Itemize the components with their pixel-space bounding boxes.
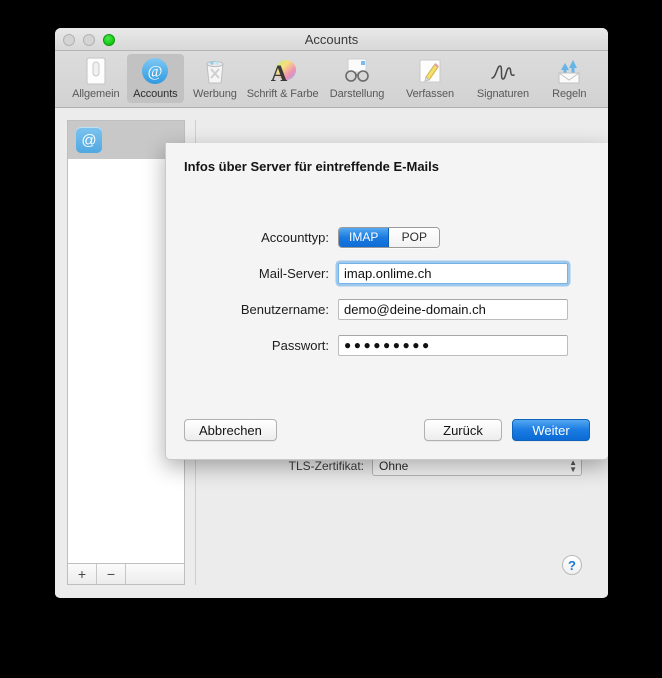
sheet-form: Accounttyp: IMAP POP Mail-Server: imap.o… (166, 221, 608, 365)
help-button[interactable]: ? (562, 555, 582, 575)
general-icon (68, 56, 124, 86)
at-sign-icon: @ (76, 127, 102, 153)
tls-certificate-label: TLS-Zertifikat: (288, 459, 364, 473)
username-row: Benutzername: demo@deine-domain.ch (166, 293, 608, 325)
password-label: Passwort: (271, 337, 329, 353)
toolbar-label: Schrift & Farbe (246, 88, 319, 100)
rules-mail-icon (541, 56, 597, 86)
account-type-label: Accounttyp: (261, 229, 329, 245)
toolbar-label: Accounts (133, 88, 178, 100)
segment-imap[interactable]: IMAP (339, 227, 390, 247)
svg-text:A: A (270, 61, 287, 85)
zoom-button[interactable] (103, 34, 115, 46)
glasses-icon (323, 56, 392, 86)
toolbar-item-regeln[interactable]: Regeln (540, 54, 598, 103)
minimize-button[interactable] (83, 34, 95, 46)
toolbar-item-allgemein[interactable]: Allgemein (67, 54, 125, 103)
incoming-server-sheet: Infos über Server für eintreffende E-Mai… (165, 143, 608, 460)
password-input[interactable]: ●●●●●●●●● (338, 334, 568, 356)
toolbar-item-schrift-farbe[interactable]: A Schrift & Farbe (246, 54, 320, 103)
toolbar-item-accounts[interactable]: @ Accounts (126, 54, 185, 103)
font-color-icon: A (247, 56, 319, 86)
titlebar: Accounts (55, 28, 608, 51)
segment-pop[interactable]: POP (389, 227, 440, 247)
toolbar-item-verfassen[interactable]: Verfassen (395, 54, 466, 103)
close-button[interactable] (63, 34, 75, 46)
sheet-button-bar: Abbrechen Zurück Weiter (166, 419, 608, 443)
sheet-title: Infos über Server für eintreffende E-Mai… (184, 159, 440, 174)
username-input[interactable]: demo@deine-domain.ch (338, 298, 568, 320)
toolbar-label: Signaturen (476, 88, 530, 100)
toolbar-label: Werbung (193, 88, 237, 100)
cancel-button[interactable]: Abbrechen (184, 419, 277, 441)
window-title: Accounts (304, 32, 359, 47)
mail-server-input[interactable]: imap.onlime.ch (338, 262, 568, 284)
account-controls-spacer (126, 564, 184, 584)
at-sign-icon: @ (128, 56, 184, 86)
traffic-lights (63, 34, 115, 46)
svg-text:@: @ (148, 64, 163, 81)
next-button[interactable]: Weiter (512, 419, 590, 441)
remove-account-button[interactable]: − (97, 564, 126, 584)
toolbar-label: Allgemein (72, 88, 120, 100)
toolbar-label: Verfassen (405, 88, 455, 100)
toolbar-item-darstellung[interactable]: Darstellung (322, 54, 393, 103)
chevron-updown-icon: ▲ ▼ (569, 458, 577, 474)
toolbar-item-signaturen[interactable]: Signaturen (467, 54, 538, 103)
junk-bin-icon (187, 56, 243, 86)
mail-server-row: Mail-Server: imap.onlime.ch (166, 257, 608, 289)
account-type-segmented-control[interactable]: IMAP POP (338, 226, 441, 248)
pencil-note-icon (396, 56, 465, 86)
toolbar-label: Regeln (552, 88, 587, 100)
toolbar-item-werbung[interactable]: Werbung (186, 54, 244, 103)
preferences-toolbar: Allgemein @ Accounts Werbung A Schrift &… (55, 51, 608, 108)
account-type-row: Accounttyp: IMAP POP (166, 221, 608, 253)
preferences-window: Accounts Allgemein @ Accounts Werbung A … (55, 28, 608, 598)
tls-certificate-value: Ohne (379, 459, 409, 473)
username-label: Benutzername: (240, 301, 329, 317)
password-row: Passwort: ●●●●●●●●● (166, 329, 608, 361)
signature-icon (468, 56, 537, 86)
back-button[interactable]: Zurück (424, 419, 502, 441)
mail-server-label: Mail-Server: (258, 265, 329, 281)
account-list-controls: + − (67, 563, 185, 585)
add-account-button[interactable]: + (68, 564, 97, 584)
toolbar-label: Darstellung (329, 88, 385, 100)
